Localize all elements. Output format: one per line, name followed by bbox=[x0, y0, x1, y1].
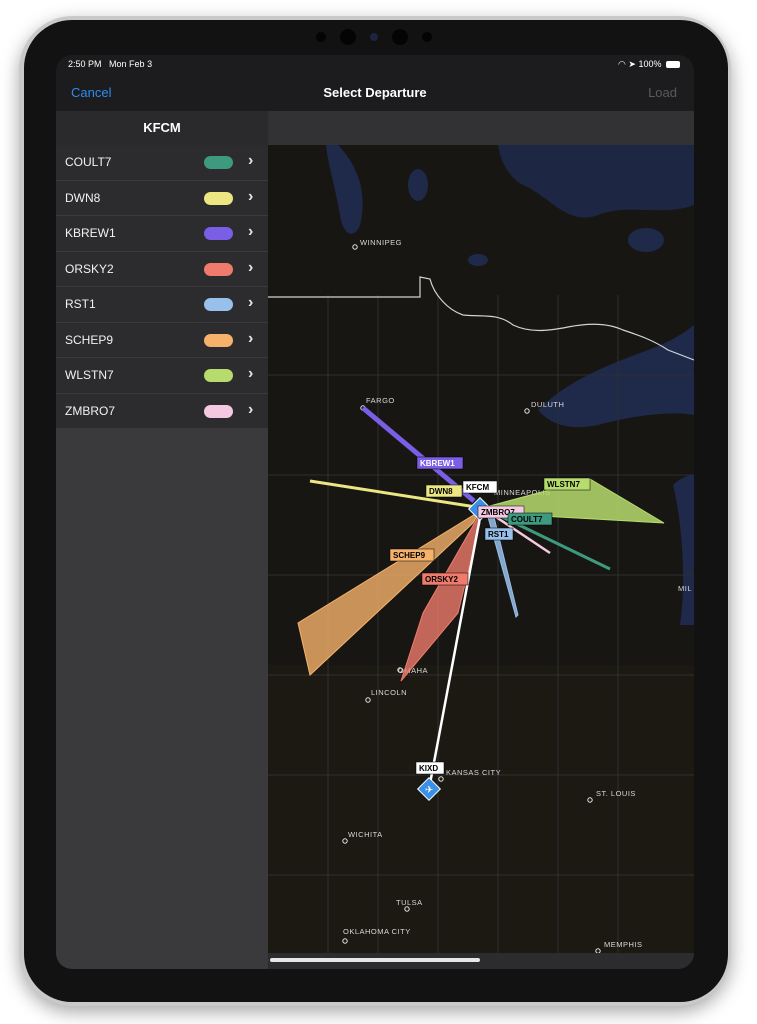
sidebar: KFCM COULT7 › DWN8 › KBREW1 › ORSKY2 › R… bbox=[56, 111, 268, 969]
city-label-winnipeg: WINNIPEG bbox=[360, 238, 402, 247]
map-label-orsky2[interactable]: ORSKY2 bbox=[421, 572, 469, 586]
city-dot-duluth bbox=[524, 408, 530, 414]
svg-text:KBREW1: KBREW1 bbox=[420, 459, 455, 468]
wifi-icon: ◠ bbox=[618, 59, 626, 69]
front-camera-lens bbox=[340, 29, 356, 45]
load-button[interactable]: Load bbox=[648, 85, 677, 100]
color-swatch bbox=[204, 404, 233, 418]
svg-text:ORSKY2: ORSKY2 bbox=[425, 575, 458, 584]
procedure-name: RST1 bbox=[65, 297, 96, 311]
map-label-rst1[interactable]: RST1 bbox=[484, 527, 514, 541]
list-item-coult7[interactable]: COULT7 › bbox=[56, 145, 268, 181]
city-label-wichita: WICHITA bbox=[348, 830, 383, 839]
procedure-name: SCHEP9 bbox=[65, 332, 114, 347]
color-swatch bbox=[204, 262, 233, 276]
list-item-schep9[interactable]: SCHEP9 › bbox=[56, 323, 268, 358]
canada-us-border bbox=[268, 276, 694, 361]
route-map[interactable]: WINNIPEG FARGO DULUTH MINNEAPOLIS OMAHA … bbox=[268, 145, 694, 953]
map-label-kbrew1[interactable]: KBREW1 bbox=[416, 456, 464, 470]
city-label-mil: MIL bbox=[678, 584, 692, 593]
chevron-right-icon: › bbox=[248, 294, 254, 311]
color-swatch bbox=[204, 298, 233, 311]
chevron-right-icon: › bbox=[248, 400, 254, 418]
city-label-oklahoma-city: OKLAHOMA CITY bbox=[343, 927, 411, 936]
front-camera-dot bbox=[316, 32, 326, 42]
map-label-dwn8[interactable]: DWN8 bbox=[425, 484, 463, 498]
chevron-right-icon: › bbox=[248, 365, 254, 382]
svg-text:DWN8: DWN8 bbox=[429, 487, 453, 496]
sidebar-header-airport: KFCM bbox=[56, 111, 268, 145]
chevron-right-icon: › bbox=[248, 187, 254, 205]
lake-small-3 bbox=[468, 254, 488, 266]
lake-superior bbox=[538, 325, 694, 428]
list-item-kbrew1[interactable]: KBREW1 › bbox=[56, 216, 268, 252]
color-swatch bbox=[204, 191, 233, 205]
front-camera-dot-2 bbox=[422, 32, 432, 42]
city-label-duluth: DULUTH bbox=[531, 400, 564, 409]
lake-winnipeg bbox=[326, 145, 363, 234]
svg-text:RST1: RST1 bbox=[488, 530, 509, 539]
lake-michigan bbox=[673, 475, 694, 625]
city-label-tulsa: TULSA bbox=[396, 898, 423, 907]
city-label-st-louis: ST. LOUIS bbox=[596, 789, 636, 798]
procedure-name: WLSTN7 bbox=[65, 368, 114, 382]
svg-text:KIXD: KIXD bbox=[419, 764, 438, 773]
terrain-south bbox=[268, 665, 694, 953]
svg-text:COULT7: COULT7 bbox=[511, 515, 543, 524]
map-label-wlstn7[interactable]: WLSTN7 bbox=[543, 477, 591, 491]
status-time: 2:50 PM Mon Feb 3 bbox=[68, 59, 153, 69]
map-toolbar bbox=[268, 111, 694, 145]
list-item-wlstn7[interactable]: WLSTN7 › bbox=[56, 358, 268, 394]
map-label-kfcm[interactable]: KFCM bbox=[462, 480, 498, 494]
chevron-right-icon: › bbox=[248, 329, 254, 347]
svg-text:SCHEP9: SCHEP9 bbox=[393, 551, 426, 560]
procedure-name: DWN8 bbox=[65, 190, 101, 205]
chevron-right-icon: › bbox=[248, 152, 254, 169]
list-item-zmbro7[interactable]: ZMBRO7 › bbox=[56, 394, 268, 429]
procedure-name: ORSKY2 bbox=[65, 261, 114, 276]
list-item-orsky2[interactable]: ORSKY2 › bbox=[56, 252, 268, 287]
city-label-lincoln: LINCOLN bbox=[371, 688, 407, 697]
procedure-name: KBREW1 bbox=[65, 226, 116, 240]
color-swatch bbox=[204, 227, 233, 240]
city-dot-winnipeg bbox=[352, 244, 358, 250]
svg-text:KFCM: KFCM bbox=[466, 483, 489, 492]
map-label-kixd[interactable]: KIXD bbox=[415, 761, 445, 775]
page-title: Select Departure bbox=[323, 85, 427, 100]
list-item-dwn8[interactable]: DWN8 › bbox=[56, 181, 268, 216]
procedure-name: ZMBRO7 bbox=[65, 403, 116, 418]
battery-icon bbox=[666, 61, 680, 68]
chevron-right-icon: › bbox=[248, 223, 254, 240]
airplane-icon: ✈ bbox=[425, 785, 433, 796]
front-camera-lens-2 bbox=[392, 29, 408, 45]
svg-text:WLSTN7: WLSTN7 bbox=[547, 480, 580, 489]
lake-small-2 bbox=[408, 169, 428, 201]
status-right: ◠ ➤ 100% bbox=[618, 59, 680, 70]
map-canvas[interactable]: WINNIPEG FARGO DULUTH MINNEAPOLIS OMAHA … bbox=[268, 145, 694, 953]
navigation-bar: Cancel Select Departure Load bbox=[56, 75, 694, 111]
location-arrow-icon: ➤ bbox=[628, 59, 636, 69]
lake-small-1 bbox=[628, 228, 664, 252]
map-label-schep9[interactable]: SCHEP9 bbox=[389, 548, 435, 562]
screen: 2:50 PM Mon Feb 3 ◠ ➤ 100% Cancel Select… bbox=[56, 55, 694, 969]
list-item-rst1[interactable]: RST1 › bbox=[56, 287, 268, 323]
battery-percent: 100% bbox=[638, 59, 662, 69]
status-bar: 2:50 PM Mon Feb 3 ◠ ➤ 100% bbox=[56, 55, 694, 75]
color-swatch bbox=[204, 333, 233, 347]
city-label-memphis: MEMPHIS bbox=[604, 940, 643, 949]
departure-list: COULT7 › DWN8 › KBREW1 › ORSKY2 › RST1 ›… bbox=[56, 145, 268, 429]
front-camera-center bbox=[370, 33, 378, 41]
home-indicator[interactable] bbox=[270, 958, 480, 962]
procedure-name: COULT7 bbox=[65, 155, 112, 169]
city-label-kansas-city: KANSAS CITY bbox=[446, 768, 501, 777]
map-label-coult7[interactable]: COULT7 bbox=[507, 512, 553, 526]
city-label-fargo: FARGO bbox=[366, 396, 395, 405]
color-swatch bbox=[204, 369, 233, 382]
color-swatch bbox=[204, 156, 233, 169]
chevron-right-icon: › bbox=[248, 258, 254, 276]
hudson-area-water bbox=[498, 145, 694, 218]
